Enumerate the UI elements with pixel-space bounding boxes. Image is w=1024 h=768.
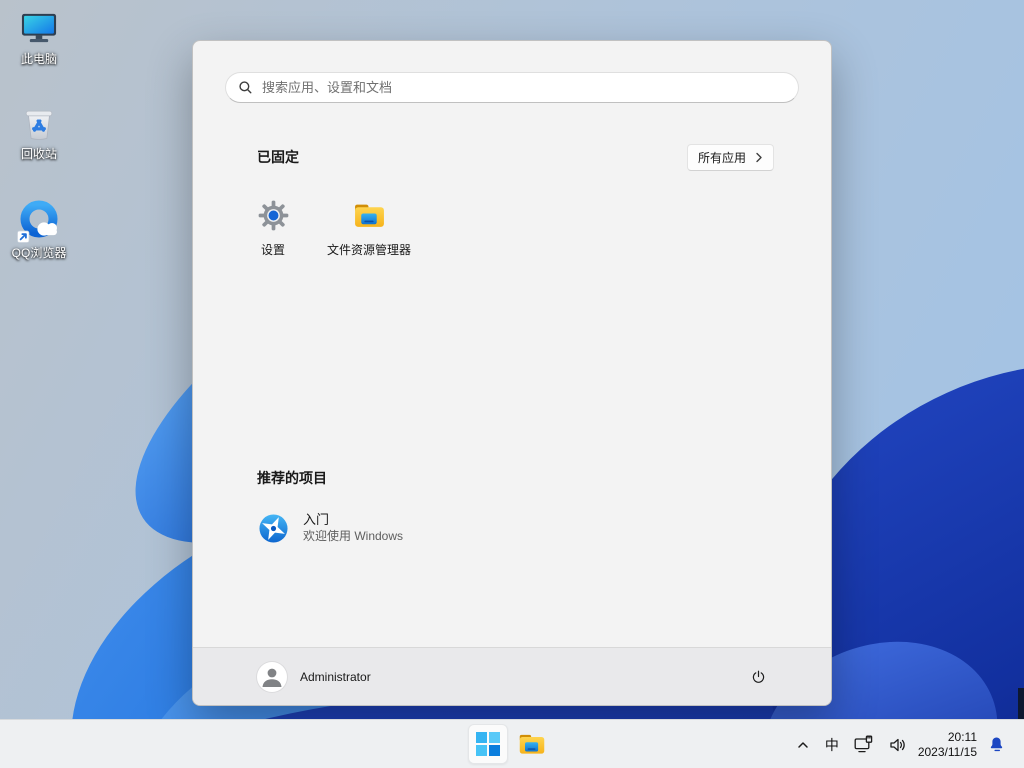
start-button[interactable] (468, 724, 508, 764)
windows-logo-icon (476, 732, 500, 756)
desktop-icon-label: 此电脑 (20, 52, 57, 66)
pinned-app-file-explorer[interactable]: 文件资源管理器 (321, 187, 417, 271)
file-explorer-icon (519, 734, 545, 754)
recommended-section-header: 推荐的项目 (257, 470, 327, 486)
start-search-box[interactable] (225, 72, 799, 103)
desktop-icon-label: QQ浏览器 (11, 246, 67, 260)
recommended-item-get-started[interactable]: 入门 欢迎使用 Windows (241, 499, 561, 557)
pinned-app-label: 设置 (260, 243, 285, 257)
clock-time: 20:11 (947, 729, 977, 744)
pinned-app-label: 文件资源管理器 (326, 243, 411, 257)
qq-browser-icon (16, 198, 62, 244)
get-started-icon (259, 513, 288, 543)
start-menu: 已固定 所有应用 (192, 40, 832, 706)
desktop-icon-this-pc[interactable]: 此电脑 (0, 8, 78, 66)
network-ethernet-icon (854, 735, 873, 753)
tray-notifications-button[interactable] (983, 725, 1010, 765)
search-icon (239, 81, 252, 94)
recycle-bin-icon (18, 103, 60, 145)
tray-volume-button[interactable] (884, 725, 912, 765)
taskbar: 中 20:11 2023/11/15 (0, 719, 1024, 768)
power-button[interactable] (741, 660, 775, 694)
pinned-section-header: 已固定 (257, 149, 299, 165)
search-input[interactable] (262, 80, 786, 95)
tray-ime-indicator[interactable]: 中 (821, 725, 843, 765)
pinned-apps-grid: 设置 文件资源管理器 (225, 187, 417, 271)
speaker-icon (890, 738, 905, 751)
notification-bell-icon (990, 737, 1003, 752)
recommended-item-subtitle: 欢迎使用 Windows (303, 529, 404, 543)
tray-network-button[interactable] (849, 725, 878, 765)
start-menu-user-bar: Administrator (193, 647, 831, 705)
settings-gear-icon (258, 200, 288, 231)
taskbar-file-explorer-button[interactable] (512, 724, 552, 764)
user-account-button[interactable]: Administrator (257, 661, 371, 692)
chevron-right-icon (756, 152, 762, 162)
file-explorer-icon (354, 204, 384, 227)
power-icon (752, 670, 764, 683)
chevron-up-icon (798, 741, 808, 748)
tray-show-hidden-icons-button[interactable] (791, 725, 815, 765)
desktop-icon-recycle-bin[interactable]: 回收站 (0, 103, 78, 161)
desktop-icon-qq-browser[interactable]: QQ浏览器 (0, 198, 78, 260)
user-avatar (257, 661, 287, 692)
this-pc-icon (18, 8, 60, 50)
all-apps-label: 所有应用 (697, 150, 746, 165)
tray-clock[interactable]: 20:11 2023/11/15 (918, 730, 977, 760)
pinned-app-settings[interactable]: 设置 (225, 187, 321, 271)
user-name-label: Administrator (300, 669, 371, 684)
clock-date: 2023/11/15 (917, 744, 977, 759)
all-apps-button[interactable]: 所有应用 (686, 143, 774, 171)
ime-language-label: 中 (824, 736, 839, 753)
recommended-item-title: 入门 (303, 512, 330, 527)
desktop-icon-label: 回收站 (20, 147, 57, 161)
